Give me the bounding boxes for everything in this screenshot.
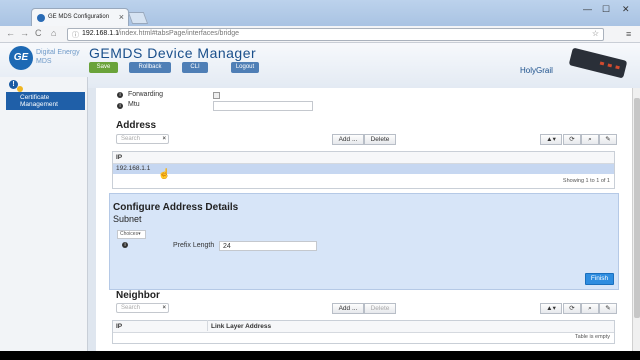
column-header-link-layer-address[interactable]: Link Layer Address [211, 323, 271, 330]
address-section-title: Address [116, 120, 157, 131]
neighbor-section-title: Neighbor [116, 290, 160, 301]
home-icon[interactable]: ⌂ [51, 28, 56, 38]
browser-window: GE MDS Configuration × — ☐ ✕ ← → C ⌂ ⓘ 1… [0, 0, 640, 351]
clear-search-icon[interactable]: × [162, 135, 166, 144]
forward-icon[interactable]: → [20, 28, 29, 38]
info-icon: i [122, 242, 128, 248]
wrench-icon[interactable]: ✎ [599, 303, 617, 314]
choices-label: Choices [120, 231, 139, 237]
page-info-icon[interactable]: ⓘ [72, 30, 79, 40]
minimize-icon[interactable]: — [583, 4, 592, 14]
table-footer: Showing 1 to 1 of 1 [562, 178, 610, 184]
url-path: /index.html#tabsPage/interfaces/bridge [118, 30, 240, 37]
table-header: IP Link Layer Address [113, 321, 614, 333]
delete-address-button[interactable]: Delete [364, 134, 396, 145]
refresh-icon[interactable]: ⟳ [563, 134, 581, 145]
refresh-icon[interactable]: ⟳ [563, 303, 581, 314]
app-title: GEMDS Device Manager [89, 45, 257, 61]
prefix-length-label: Prefix Length [173, 242, 215, 249]
cli-button[interactable]: CLI [182, 62, 208, 73]
ge-favicon-icon [37, 14, 45, 22]
column-chooser-icon[interactable]: ▲▾ [540, 303, 562, 314]
add-neighbor-button[interactable]: Add ... [332, 303, 364, 314]
forwarding-checkbox[interactable] [213, 92, 220, 99]
neighbor-search-placeholder: Search [121, 305, 141, 311]
mtu-input[interactable] [213, 101, 313, 111]
finish-button[interactable]: Finish [585, 273, 614, 285]
add-address-button[interactable]: Add ... [332, 134, 364, 145]
tab-bar: GE MDS Configuration × — ☐ ✕ [0, 0, 640, 27]
address-bar[interactable]: ⓘ 192.168.1.1 /index.html#tabsPage/inter… [67, 28, 604, 41]
subnet-label: Subnet [113, 214, 142, 224]
search-icon[interactable]: ⌕ [581, 303, 599, 314]
brand-line-2: MDS [36, 58, 52, 65]
prefix-length-input[interactable]: 24 [219, 241, 317, 251]
table-row[interactable]: 192.168.1.1 [113, 164, 614, 174]
wrench-icon[interactable]: ✎ [599, 134, 617, 145]
url-host: 192.168.1.1 [82, 30, 119, 37]
column-header-ip[interactable]: IP [116, 154, 122, 161]
column-chooser-icon[interactable]: ▲▾ [540, 134, 562, 145]
tab-close-icon[interactable]: × [119, 12, 124, 22]
column-header-ip[interactable]: IP [116, 323, 122, 330]
dropdown-arrow-icon: ▾ [138, 231, 141, 237]
mouse-cursor-icon: ☝ [158, 169, 171, 180]
brand-line-1: Digital Energy [36, 49, 80, 56]
alert-dot-icon [17, 86, 23, 92]
browser-menu-icon[interactable]: ≡ [626, 29, 631, 39]
device-led [615, 65, 620, 70]
choices-dropdown[interactable]: Choices▾ [117, 230, 146, 239]
navigation-bar: ← → C ⌂ ⓘ 192.168.1.1 /index.html#tabsPa… [0, 26, 640, 43]
column-divider [207, 320, 208, 331]
table-header: IP [113, 152, 614, 164]
search-icon[interactable]: ⌕ [581, 134, 599, 145]
neighbor-table: IP Link Layer Address Table is empty [112, 320, 615, 344]
back-icon[interactable]: ← [6, 28, 15, 38]
info-icon: i [117, 103, 123, 109]
mtu-label: Mtu [128, 101, 140, 108]
device-led [599, 61, 605, 66]
bookmark-star-icon[interactable]: ☆ [592, 29, 599, 38]
address-search-input[interactable]: Search × [116, 134, 169, 144]
device-name: HolyGrail [520, 66, 553, 75]
table-empty-message: Table is empty [574, 334, 610, 340]
info-icon: i [117, 92, 123, 98]
clear-search-icon[interactable]: × [162, 304, 166, 313]
close-window-icon[interactable]: ✕ [622, 4, 630, 15]
screen-bottom-edge [0, 351, 640, 360]
page-scrollbar[interactable] [632, 88, 640, 351]
logout-button[interactable]: Logout [231, 62, 259, 73]
reload-icon[interactable]: C [35, 28, 42, 38]
delete-neighbor-button[interactable]: Delete [364, 303, 396, 314]
device-led [607, 63, 613, 68]
neighbor-search-input[interactable]: Search × [116, 303, 169, 313]
sidebar-item-certificate-management[interactable]: Certificate Management [6, 92, 85, 110]
maximize-icon[interactable]: ☐ [602, 4, 610, 15]
scrollbar-thumb[interactable] [634, 98, 640, 318]
save-button[interactable]: Save [89, 62, 118, 73]
cell-ip: 192.168.1.1 [116, 165, 151, 172]
browser-tab[interactable]: GE MDS Configuration × [31, 8, 129, 27]
tab-title: GE MDS Configuration [48, 14, 110, 20]
new-tab-button[interactable] [127, 12, 149, 24]
address-table: IP 192.168.1.1 Showing 1 to 1 of 1 [112, 151, 615, 189]
ge-logo: GE [9, 46, 33, 70]
configure-panel-title: Configure Address Details [113, 202, 239, 213]
sidebar [0, 77, 88, 351]
forwarding-label: Forwarding [128, 91, 164, 98]
address-search-placeholder: Search [121, 136, 141, 142]
rollback-button[interactable]: Rollback [129, 62, 171, 73]
